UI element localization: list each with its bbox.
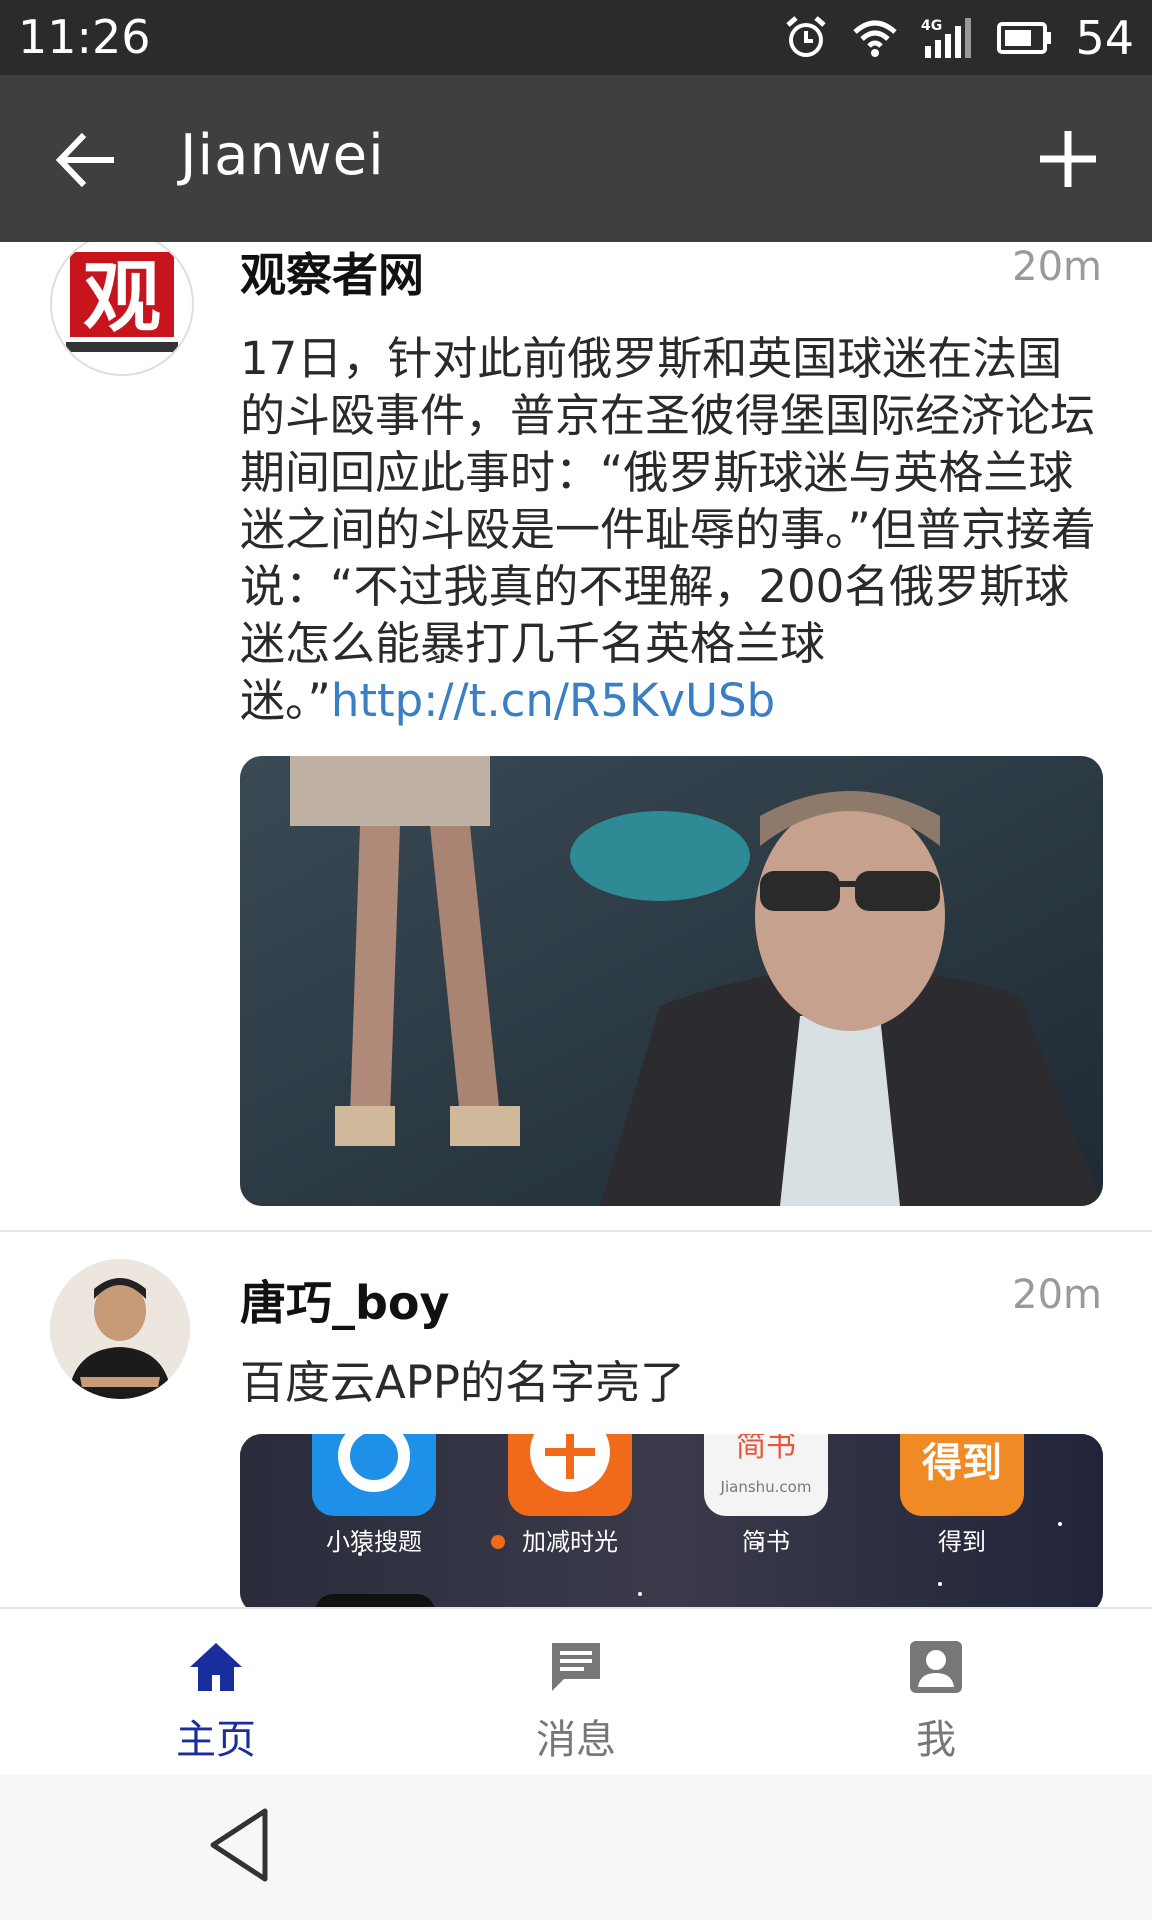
post-author[interactable]: 唐巧_boy: [240, 1267, 450, 1333]
page-title: Jianwei: [180, 123, 385, 188]
signal-4g-icon: 4G: [921, 17, 972, 58]
tab-home[interactable]: 主页: [24, 1609, 408, 1777]
app-label: 小猿搜题: [326, 1528, 422, 1556]
svg-text:得到: 得到: [922, 1440, 1002, 1486]
avatar[interactable]: 观: [50, 242, 194, 376]
photo-man-in-suit: [240, 756, 1103, 1206]
post-time: 20m: [1012, 1272, 1102, 1318]
home-icon: [190, 1643, 242, 1691]
back-arrow-icon[interactable]: [52, 125, 122, 195]
svg-text:简书: 简书: [736, 1434, 796, 1464]
alarm-icon: [786, 15, 827, 57]
profile-icon: [910, 1641, 962, 1693]
app-label: 加减时光: [522, 1528, 618, 1556]
tab-profile[interactable]: 我: [744, 1609, 1128, 1777]
post-time: 20m: [1012, 244, 1102, 290]
post[interactable]: 唐巧_boy 20m 百度云APP的名字亮了 简书 Jianshu.com 得到…: [0, 1242, 1152, 1607]
post-link[interactable]: http://t.cn/R5KvUSb: [331, 674, 775, 727]
guanchazhe-logo: 观: [52, 242, 192, 374]
post-author[interactable]: 观察者网: [240, 242, 424, 305]
feed[interactable]: 观 观察者网 20m 17日，针对此前俄罗斯和英国球迷在法国的斗殴事件，普京在圣…: [0, 242, 1152, 1607]
app-label: 简书: [742, 1528, 790, 1556]
svg-text:4G: 4G: [921, 18, 942, 34]
svg-text:Jianshu.com: Jianshu.com: [720, 1478, 812, 1496]
avatar-text: 观: [83, 253, 161, 343]
status-bar: 11:26 4G 54: [0, 0, 1152, 75]
post-body: 百度云APP的名字亮了: [240, 1356, 686, 1409]
post-image[interactable]: 简书 Jianshu.com 得到 小猿搜题 加减时光 简书 得到: [240, 1434, 1103, 1607]
tab-label: 消息: [536, 1717, 616, 1763]
divider: [0, 1230, 1152, 1232]
tab-label: 主页: [176, 1717, 256, 1763]
bottom-tab-bar: 主页 消息 我: [0, 1607, 1152, 1777]
avatar[interactable]: [50, 1259, 190, 1399]
avatar-photo-person: [50, 1259, 190, 1399]
add-icon[interactable]: [1036, 127, 1100, 191]
app-bar: Jianwei: [0, 75, 1152, 242]
photo-app-screenshot: 简书 Jianshu.com 得到 小猿搜题 加减时光 简书 得到: [240, 1434, 1103, 1607]
post-text: 百度云APP的名字亮了: [240, 1354, 1106, 1411]
post-body: 17日，针对此前俄罗斯和英国球迷在法国的斗殴事件，普京在圣彼得堡国际经济论坛期间…: [240, 332, 1096, 727]
nav-back-icon[interactable]: [205, 1805, 275, 1885]
message-icon: [552, 1643, 600, 1691]
status-icons: 4G 54: [783, 10, 1134, 65]
post[interactable]: 观 观察者网 20m 17日，针对此前俄罗斯和英国球迷在法国的斗殴事件，普京在圣…: [0, 242, 1152, 1232]
tab-label: 我: [916, 1717, 956, 1763]
system-nav-bar: [0, 1775, 1152, 1920]
battery-percent: 54: [1075, 10, 1134, 65]
app-label: 得到: [938, 1528, 986, 1556]
post-image[interactable]: [240, 756, 1103, 1206]
wifi-icon: [853, 20, 898, 57]
status-time: 11:26: [18, 10, 151, 64]
battery-icon: [997, 21, 1052, 54]
post-text: 17日，针对此前俄罗斯和英国球迷在法国的斗殴事件，普京在圣彼得堡国际经济论坛期间…: [240, 330, 1106, 729]
tab-messages[interactable]: 消息: [384, 1609, 768, 1777]
